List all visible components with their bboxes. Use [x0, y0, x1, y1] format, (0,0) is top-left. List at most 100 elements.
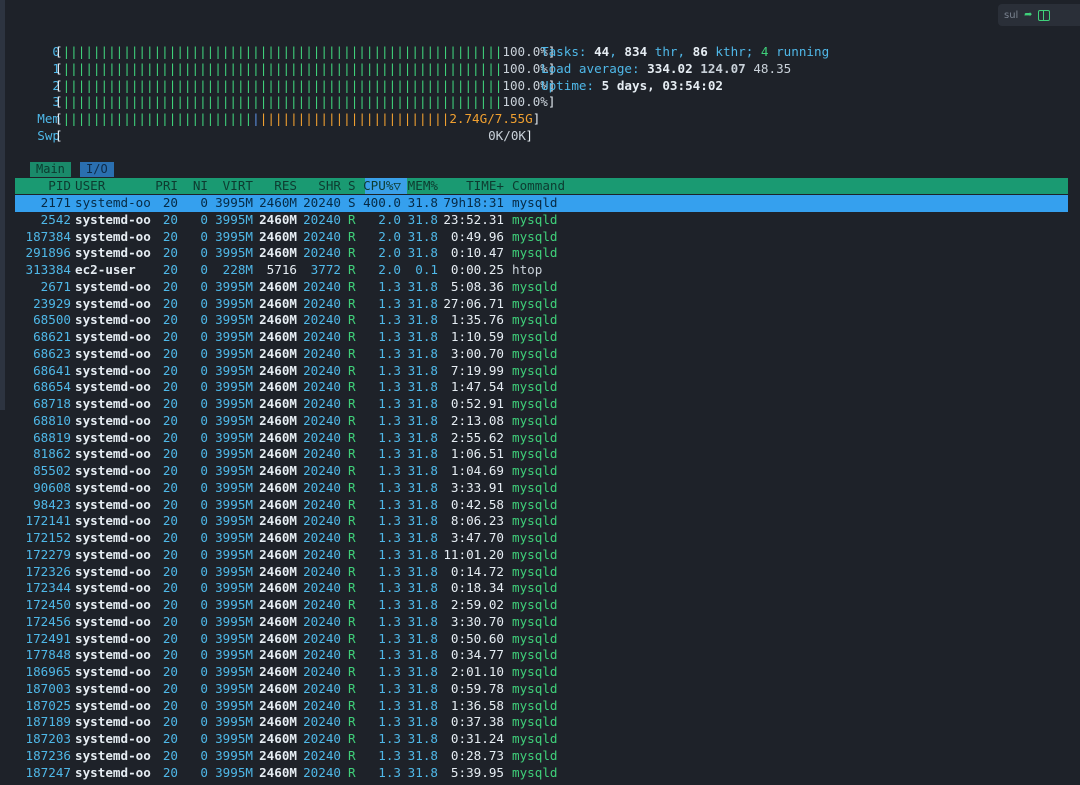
cell-res: 2460M [259, 379, 297, 395]
process-row[interactable]: 172141 systemd-oo 20 0 3995M 2460M 20240 R 1.3 31… [15, 513, 1068, 530]
process-row[interactable]: 85502 systemd-oo 20 0 3995M 2460M 20240 R 1.3 31.… [15, 463, 1068, 480]
column-header-ni[interactable]: NI [193, 178, 208, 194]
process-row[interactable]: 68654 systemd-oo 20 0 3995M 2460M 20240 R 1.3 31.… [15, 379, 1068, 396]
process-row[interactable]: 187003 systemd-oo 20 0 3995M 2460M 20240 R 1.3 31… [15, 681, 1068, 698]
cell-pid: 2171 [40, 195, 71, 210]
cell-cmd: mysqld [512, 295, 558, 311]
process-row[interactable]: 172279 systemd-oo 20 0 3995M 2460M 20240 R 1.3 31… [15, 547, 1068, 564]
process-row[interactable]: 187203 systemd-oo 20 0 3995M 2460M 20240 R 1.3 31… [15, 731, 1068, 748]
swp-meter-label: Swp [37, 127, 60, 143]
cpu-meter-fill: ||||||||||||||||||||||||||||||||||||||||… [62, 60, 503, 76]
cell-user: systemd-oo [75, 295, 151, 311]
process-row[interactable]: 187189 systemd-oo 20 0 3995M 2460M 20240 R 1.3 31… [15, 714, 1068, 731]
cell-ni: 0 [200, 714, 208, 730]
process-row[interactable]: 187384 systemd-oo 20 0 3995M 2460M 20240 R 2.0 31… [15, 229, 1068, 246]
cell-mem: 31.8 [407, 764, 438, 780]
cell-cpu: 1.3 [378, 278, 401, 294]
cell-pri: 20 [162, 747, 178, 763]
process-row[interactable]: 68621 systemd-oo 20 0 3995M 2460M 20240 R 1.3 31.… [15, 329, 1068, 346]
tab-main[interactable]: Main [30, 162, 71, 177]
window-control-widget[interactable]: sul ➦ [998, 4, 1080, 26]
cell-cpu: 1.3 [378, 597, 401, 612]
cell-cpu: 1.3 [378, 697, 401, 713]
split-panel-icon[interactable] [1038, 9, 1051, 21]
cpu-meter-fill: ||||||||||||||||||||||||||||||||||||||||… [62, 94, 503, 110]
cell-pri: 20 [162, 714, 178, 730]
process-row[interactable]: 68819 systemd-oo 20 0 3995M 2460M 20240 R 1.3 31.… [15, 430, 1068, 447]
cell-st: R [348, 278, 356, 294]
process-row[interactable]: 291896 systemd-oo 20 0 3995M 2460M 20240 R 2.0 31… [15, 245, 1068, 262]
process-row[interactable]: 172152 systemd-oo 20 0 3995M 2460M 20240 R 1.3 31… [15, 530, 1068, 547]
process-row[interactable]: 2542 systemd-oo 20 0 3995M 2460M 20240 R 2.0 31.8… [15, 212, 1068, 229]
process-row[interactable]: 177848 systemd-oo 20 0 3995M 2460M 20240 R 1.3 31… [15, 647, 1068, 664]
cell-virt: 3995M [215, 647, 253, 663]
process-row[interactable]: 172491 systemd-oo 20 0 3995M 2460M 20240 R 1.3 31… [15, 631, 1068, 648]
cell-ni: 0 [200, 429, 208, 445]
tab-io[interactable]: I/O [80, 162, 114, 177]
column-header-cmd[interactable]: Command [512, 178, 565, 194]
process-row[interactable]: 23929 systemd-oo 20 0 3995M 2460M 20240 R 1.3 31.… [15, 296, 1068, 313]
process-row[interactable]: 68810 systemd-oo 20 0 3995M 2460M 20240 R 1.3 31.… [15, 413, 1068, 430]
process-row[interactable]: 187247 systemd-oo 20 0 3995M 2460M 20240 R 1.3 31… [15, 765, 1068, 782]
cell-pid: 68623 [33, 345, 71, 361]
mem-meter-bar: [|||||||||||||||||||||||||||||||||||||||… [55, 111, 540, 128]
cell-res: 2460M [259, 463, 297, 478]
process-row[interactable]: 68641 systemd-oo 20 0 3995M 2460M 20240 R 1.3 31.… [15, 363, 1068, 380]
cell-pid: 172344 [25, 580, 72, 596]
process-row[interactable]: 81862 systemd-oo 20 0 3995M 2460M 20240 R 1.3 31.… [15, 446, 1068, 463]
column-header-virt[interactable]: VIRT [223, 178, 253, 194]
cell-time: 2:55.62 [450, 429, 504, 445]
cell-virt: 3995M [215, 764, 253, 780]
cell-res: 2460M [259, 195, 297, 210]
cell-pid: 187189 [25, 714, 72, 730]
process-row[interactable]: 172344 systemd-oo 20 0 3995M 2460M 20240 R 1.3 31… [15, 580, 1068, 597]
process-row[interactable]: 68500 systemd-oo 20 0 3995M 2460M 20240 R 1.3 31.… [15, 312, 1068, 329]
cell-res: 2460M [259, 530, 297, 545]
cell-user: systemd-oo [75, 429, 151, 445]
cell-pri: 20 [162, 731, 178, 746]
cell-cpu: 1.3 [378, 362, 401, 378]
column-header-user[interactable]: USER [75, 178, 105, 194]
column-header-cpu[interactable]: CPU%▽ [363, 178, 401, 194]
cell-cpu: 1.3 [378, 496, 401, 512]
process-row[interactable]: 98423 systemd-oo 20 0 3995M 2460M 20240 R 1.3 31.… [15, 497, 1068, 514]
column-header-res[interactable]: RES [274, 178, 297, 194]
cell-res: 2460M [259, 412, 297, 428]
cell-st: R [348, 295, 356, 311]
column-header-st[interactable]: S [348, 178, 356, 194]
process-row[interactable]: 68718 systemd-oo 20 0 3995M 2460M 20240 R 1.3 31.… [15, 396, 1068, 413]
cell-virt: 3995M [215, 664, 253, 679]
cell-ni: 0 [200, 530, 208, 545]
cell-time: 1:06.51 [450, 446, 504, 462]
process-row[interactable]: 186965 systemd-oo 20 0 3995M 2460M 20240 R 1.3 31… [15, 664, 1068, 681]
column-header-shr[interactable]: SHR [318, 178, 341, 194]
cell-user: systemd-oo [75, 228, 151, 244]
cell-mem: 31.8 [407, 295, 438, 311]
share-arrow-icon[interactable]: ➦ [1024, 8, 1032, 23]
cpu-meter-label: 1 [52, 60, 60, 76]
cell-ni: 0 [200, 278, 208, 294]
column-header-mem[interactable]: MEM% [408, 178, 438, 194]
process-row[interactable]: 2671 systemd-oo 20 0 3995M 2460M 20240 R 1.3 31.8… [15, 279, 1068, 296]
cell-pri: 20 [162, 580, 178, 596]
process-row[interactable]: 172450 systemd-oo 20 0 3995M 2460M 20240 R 1.3 31… [15, 597, 1068, 614]
process-row[interactable]: 172456 systemd-oo 20 0 3995M 2460M 20240 R 1.3 31… [15, 614, 1068, 631]
process-row[interactable]: 68623 systemd-oo 20 0 3995M 2460M 20240 R 1.3 31.… [15, 346, 1068, 363]
cell-res: 2460M [259, 496, 297, 512]
column-header-time[interactable]: TIME+ [466, 178, 504, 194]
process-row[interactable]: 313384 ec2-user 20 0 228M 5716 3772 R 2.0 0.1 0:00… [15, 262, 1068, 279]
cell-cpu: 1.3 [378, 546, 401, 562]
process-row[interactable]: 187025 systemd-oo 20 0 3995M 2460M 20240 R 1.3 31… [15, 698, 1068, 715]
cell-time: 0:10.47 [450, 245, 504, 261]
cell-user: systemd-oo [75, 613, 151, 629]
cell-time: 1:47.54 [450, 379, 504, 395]
process-row[interactable]: 2171 systemd-oo 20 0 3995M 2460M 20240 S 400.0 31… [15, 195, 1068, 212]
process-row[interactable]: 90608 systemd-oo 20 0 3995M 2460M 20240 R 1.3 31.… [15, 480, 1068, 497]
column-header-pri[interactable]: PRI [155, 178, 178, 194]
process-row[interactable]: 172326 systemd-oo 20 0 3995M 2460M 20240 R 1.3 31… [15, 564, 1068, 581]
column-header-pid[interactable]: PID [48, 178, 71, 194]
cell-pri: 20 [162, 278, 178, 294]
process-row[interactable]: 187236 systemd-oo 20 0 3995M 2460M 20240 R 1.3 31… [15, 748, 1068, 765]
cell-user: systemd-oo [75, 630, 151, 646]
cell-ni: 0 [200, 747, 208, 763]
